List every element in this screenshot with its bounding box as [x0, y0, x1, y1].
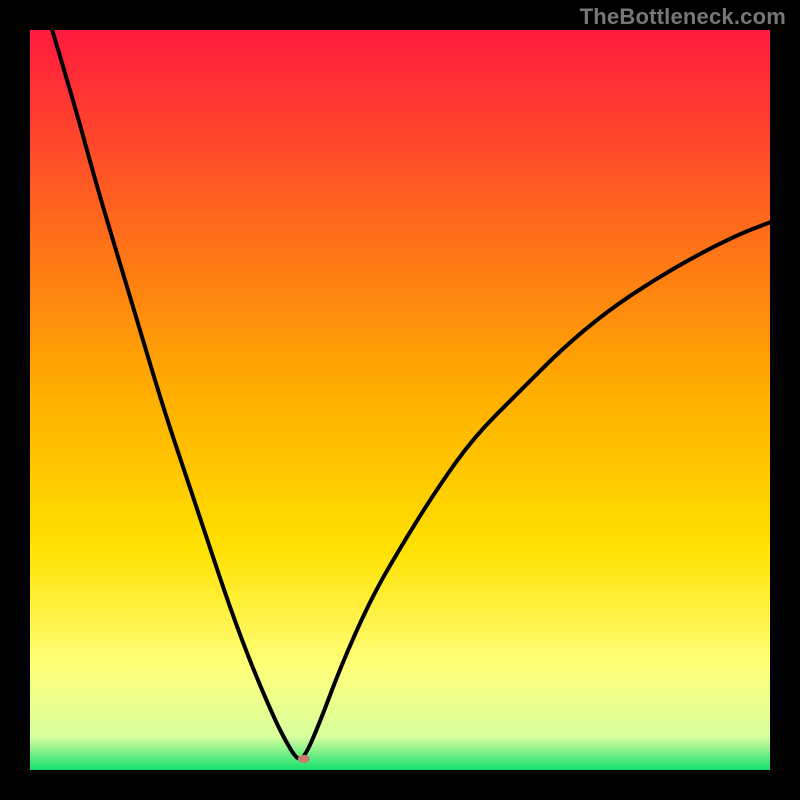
- minimum-marker: [298, 755, 310, 763]
- chart-container: TheBottleneck.com: [0, 0, 800, 800]
- watermark-text: TheBottleneck.com: [580, 4, 786, 30]
- plot-area: [30, 30, 770, 770]
- chart-svg: [30, 30, 770, 770]
- gradient-background: [30, 30, 770, 770]
